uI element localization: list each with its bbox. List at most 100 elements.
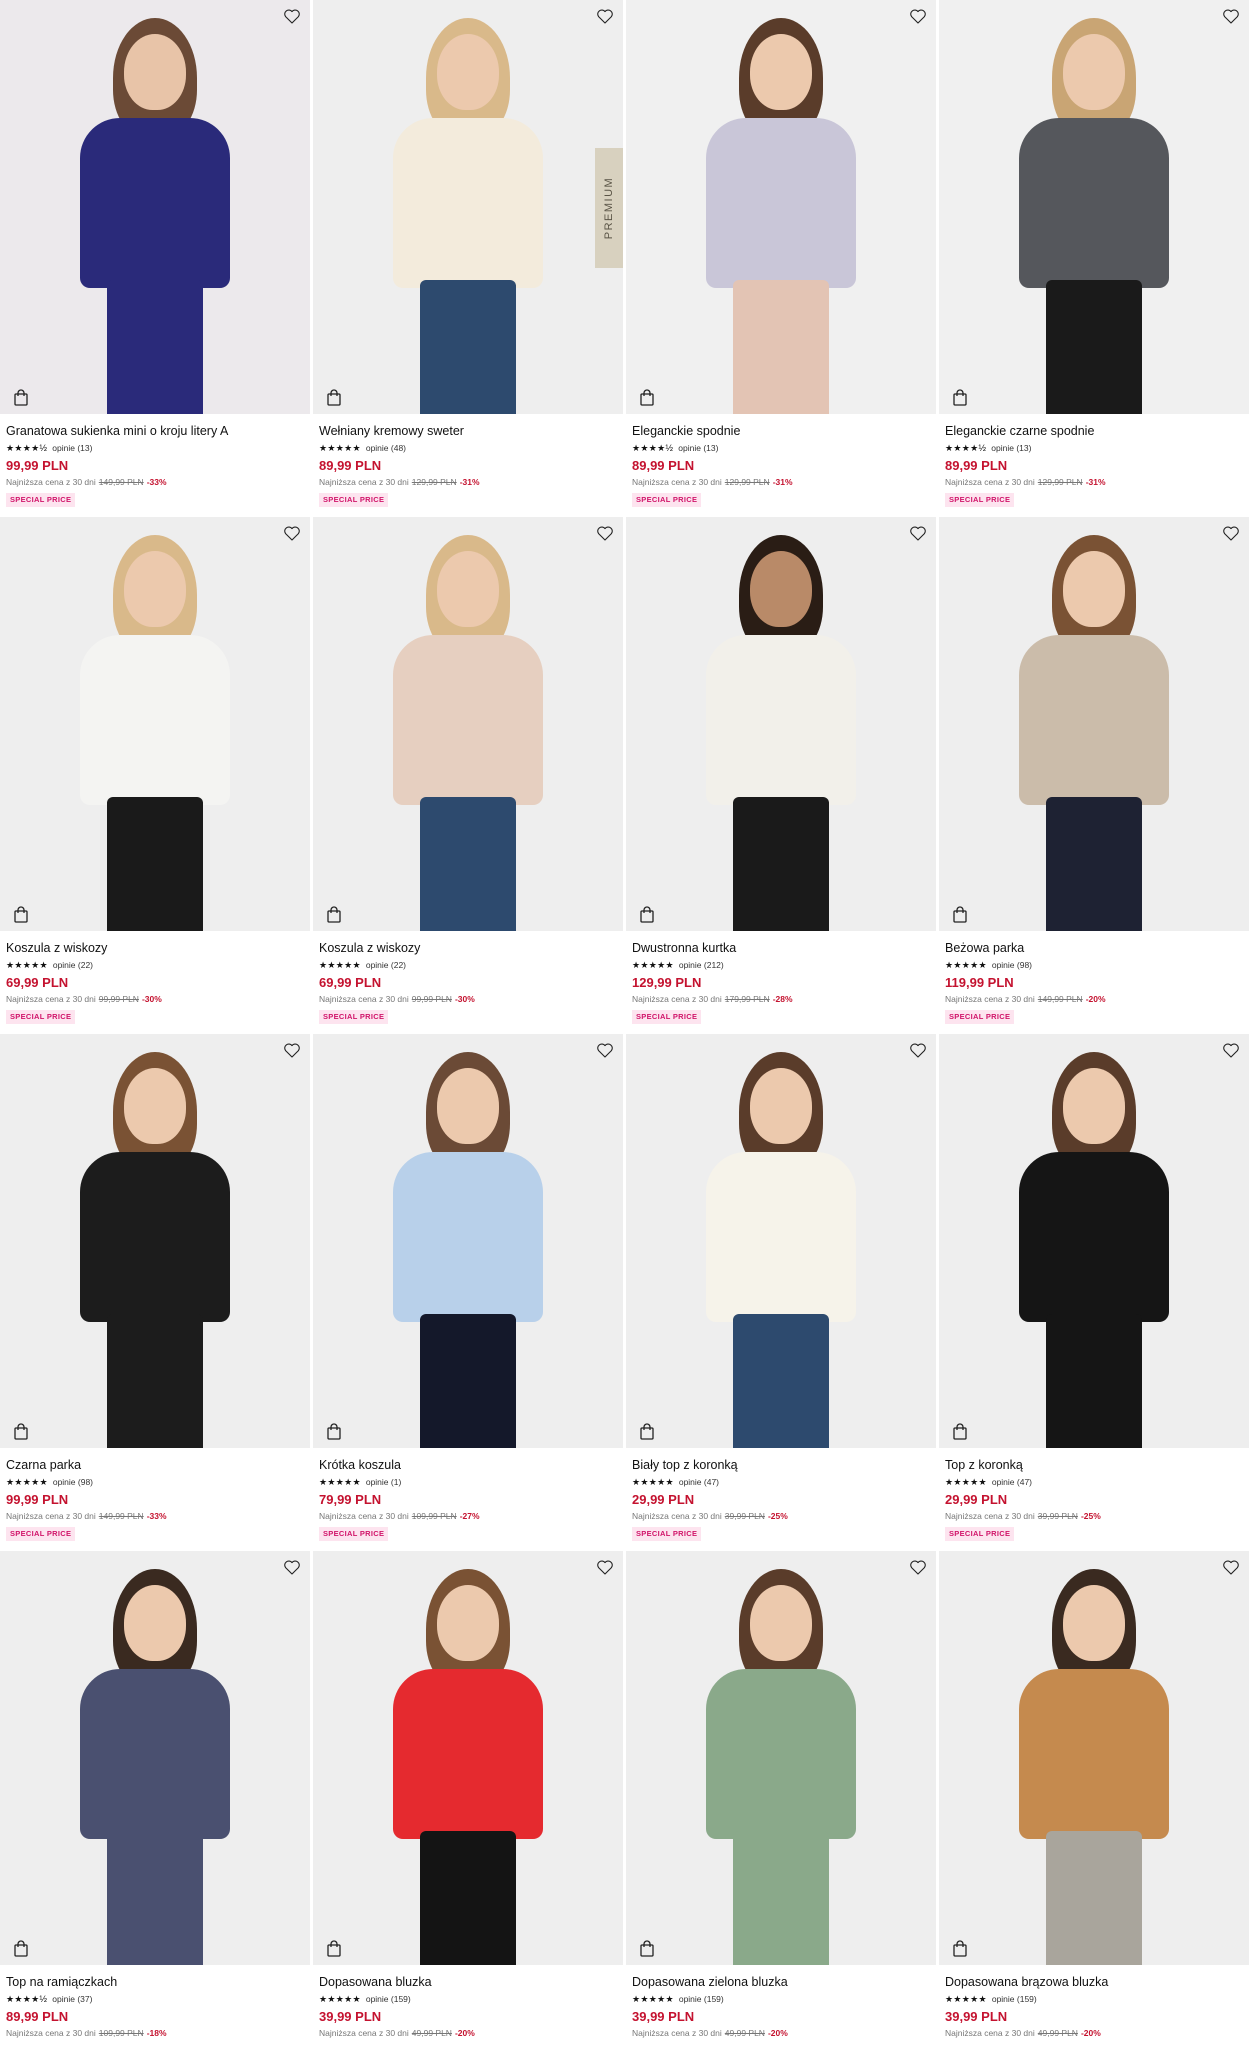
heart-icon[interactable] bbox=[1221, 6, 1241, 26]
heart-icon[interactable] bbox=[908, 1040, 928, 1060]
review-count[interactable]: opinie (48) bbox=[366, 443, 406, 453]
product-title[interactable]: Wełniany kremowy sweter bbox=[319, 423, 617, 439]
product-photo[interactable] bbox=[0, 0, 310, 414]
product-card-9[interactable]: Czarna parka ★★★★★ opinie (98) 99,99 PLN… bbox=[0, 1034, 310, 1551]
product-photo[interactable] bbox=[313, 1551, 623, 1965]
shopping-bag-icon[interactable] bbox=[636, 1420, 658, 1442]
review-count[interactable]: opinie (13) bbox=[52, 443, 92, 453]
special-price-badge: SPECIAL PRICE bbox=[319, 1010, 389, 1024]
product-title[interactable]: Top z koronką bbox=[945, 1457, 1243, 1473]
shopping-bag-icon[interactable] bbox=[10, 903, 32, 925]
review-count[interactable]: opinie (159) bbox=[992, 1994, 1037, 2004]
heart-icon[interactable] bbox=[282, 6, 302, 26]
product-card-14[interactable]: Dopasowana bluzka ★★★★★ opinie (159) 39,… bbox=[313, 1551, 623, 2045]
product-card-5[interactable]: Koszula z wiskozy ★★★★★ opinie (22) 69,9… bbox=[0, 517, 310, 1034]
product-photo[interactable] bbox=[939, 1551, 1249, 1965]
product-card-12[interactable]: Top z koronką ★★★★★ opinie (47) 29,99 PL… bbox=[939, 1034, 1249, 1551]
product-title[interactable]: Eleganckie spodnie bbox=[632, 423, 930, 439]
product-photo[interactable] bbox=[0, 1034, 310, 1448]
product-card-7[interactable]: Dwustronna kurtka ★★★★★ opinie (212) 129… bbox=[626, 517, 936, 1034]
shopping-bag-icon[interactable] bbox=[949, 1420, 971, 1442]
heart-icon[interactable] bbox=[1221, 1557, 1241, 1577]
product-card-6[interactable]: Koszula z wiskozy ★★★★★ opinie (22) 69,9… bbox=[313, 517, 623, 1034]
heart-icon[interactable] bbox=[595, 1040, 615, 1060]
heart-icon[interactable] bbox=[282, 1557, 302, 1577]
shopping-bag-icon[interactable] bbox=[323, 1937, 345, 1959]
shopping-bag-icon[interactable] bbox=[323, 903, 345, 925]
product-card-16[interactable]: Dopasowana brązowa bluzka ★★★★★ opinie (… bbox=[939, 1551, 1249, 2045]
product-title[interactable]: Czarna parka bbox=[6, 1457, 304, 1473]
review-count[interactable]: opinie (159) bbox=[679, 1994, 724, 2004]
shopping-bag-icon[interactable] bbox=[636, 386, 658, 408]
review-count[interactable]: opinie (22) bbox=[366, 960, 406, 970]
shopping-bag-icon[interactable] bbox=[949, 1937, 971, 1959]
review-count[interactable]: opinie (13) bbox=[991, 443, 1031, 453]
product-card-4[interactable]: Eleganckie czarne spodnie ★★★★½ opinie (… bbox=[939, 0, 1249, 517]
discount-percent: -31% bbox=[1085, 477, 1106, 487]
product-title[interactable]: Eleganckie czarne spodnie bbox=[945, 423, 1243, 439]
heart-icon[interactable] bbox=[1221, 523, 1241, 543]
shopping-bag-icon[interactable] bbox=[10, 1937, 32, 1959]
heart-icon[interactable] bbox=[908, 1557, 928, 1577]
heart-icon[interactable] bbox=[595, 523, 615, 543]
review-count[interactable]: opinie (212) bbox=[679, 960, 724, 970]
product-title[interactable]: Dopasowana brązowa bluzka bbox=[945, 1974, 1243, 1990]
product-card-10[interactable]: Krótka koszula ★★★★★ opinie (1) 79,99 PL… bbox=[313, 1034, 623, 1551]
heart-icon[interactable] bbox=[282, 523, 302, 543]
product-title[interactable]: Beżowa parka bbox=[945, 940, 1243, 956]
review-count[interactable]: opinie (47) bbox=[679, 1477, 719, 1487]
product-photo[interactable] bbox=[939, 517, 1249, 931]
review-count[interactable]: opinie (37) bbox=[52, 1994, 92, 2004]
product-title[interactable]: Top na ramiączkach bbox=[6, 1974, 304, 1990]
product-photo[interactable] bbox=[626, 0, 936, 414]
product-title[interactable]: Biały top z koronką bbox=[632, 1457, 930, 1473]
product-title[interactable]: Granatowa sukienka mini o kroju litery A bbox=[6, 423, 304, 439]
product-card-13[interactable]: Top na ramiączkach ★★★★½ opinie (37) 89,… bbox=[0, 1551, 310, 2045]
product-card-8[interactable]: Beżowa parka ★★★★★ opinie (98) 119,99 PL… bbox=[939, 517, 1249, 1034]
product-title[interactable]: Dopasowana bluzka bbox=[319, 1974, 617, 1990]
product-photo[interactable] bbox=[0, 1551, 310, 1965]
product-photo[interactable] bbox=[626, 1034, 936, 1448]
product-photo[interactable] bbox=[313, 517, 623, 931]
product-title[interactable]: Dopasowana zielona bluzka bbox=[632, 1974, 930, 1990]
product-photo[interactable] bbox=[939, 0, 1249, 414]
product-title[interactable]: Krótka koszula bbox=[319, 1457, 617, 1473]
heart-icon[interactable] bbox=[908, 523, 928, 543]
shopping-bag-icon[interactable] bbox=[10, 386, 32, 408]
product-card-3[interactable]: Eleganckie spodnie ★★★★½ opinie (13) 89,… bbox=[626, 0, 936, 517]
product-card-11[interactable]: Biały top z koronką ★★★★★ opinie (47) 29… bbox=[626, 1034, 936, 1551]
product-photo[interactable] bbox=[313, 1034, 623, 1448]
product-photo[interactable] bbox=[626, 1551, 936, 1965]
shopping-bag-icon[interactable] bbox=[949, 903, 971, 925]
shopping-bag-icon[interactable] bbox=[636, 1937, 658, 1959]
review-count[interactable]: opinie (22) bbox=[53, 960, 93, 970]
product-title[interactable]: Koszula z wiskozy bbox=[6, 940, 304, 956]
shopping-bag-icon[interactable] bbox=[949, 386, 971, 408]
product-card-15[interactable]: Dopasowana zielona bluzka ★★★★★ opinie (… bbox=[626, 1551, 936, 2045]
shopping-bag-icon[interactable] bbox=[636, 903, 658, 925]
product-title[interactable]: Dwustronna kurtka bbox=[632, 940, 930, 956]
heart-icon[interactable] bbox=[595, 6, 615, 26]
lowest-price-label: Najniższa cena z 30 dni bbox=[945, 477, 1035, 487]
heart-icon[interactable] bbox=[595, 1557, 615, 1577]
product-card-2[interactable]: PREMIUM Wełniany kremowy sweter ★★★★★ op… bbox=[313, 0, 623, 517]
product-card-1[interactable]: Granatowa sukienka mini o kroju litery A… bbox=[0, 0, 310, 517]
review-count[interactable]: opinie (98) bbox=[992, 960, 1032, 970]
product-photo[interactable] bbox=[626, 517, 936, 931]
lowest-price-note: Najniższa cena z 30 dni 49,99 PLN -20% bbox=[319, 2027, 617, 2039]
shopping-bag-icon[interactable] bbox=[323, 386, 345, 408]
heart-icon[interactable] bbox=[908, 6, 928, 26]
product-photo[interactable]: PREMIUM bbox=[313, 0, 623, 414]
product-title[interactable]: Koszula z wiskozy bbox=[319, 940, 617, 956]
review-count[interactable]: opinie (159) bbox=[366, 1994, 411, 2004]
product-photo[interactable] bbox=[0, 517, 310, 931]
heart-icon[interactable] bbox=[1221, 1040, 1241, 1060]
shopping-bag-icon[interactable] bbox=[323, 1420, 345, 1442]
heart-icon[interactable] bbox=[282, 1040, 302, 1060]
review-count[interactable]: opinie (13) bbox=[678, 443, 718, 453]
review-count[interactable]: opinie (47) bbox=[992, 1477, 1032, 1487]
shopping-bag-icon[interactable] bbox=[10, 1420, 32, 1442]
review-count[interactable]: opinie (1) bbox=[366, 1477, 401, 1487]
review-count[interactable]: opinie (98) bbox=[53, 1477, 93, 1487]
product-photo[interactable] bbox=[939, 1034, 1249, 1448]
